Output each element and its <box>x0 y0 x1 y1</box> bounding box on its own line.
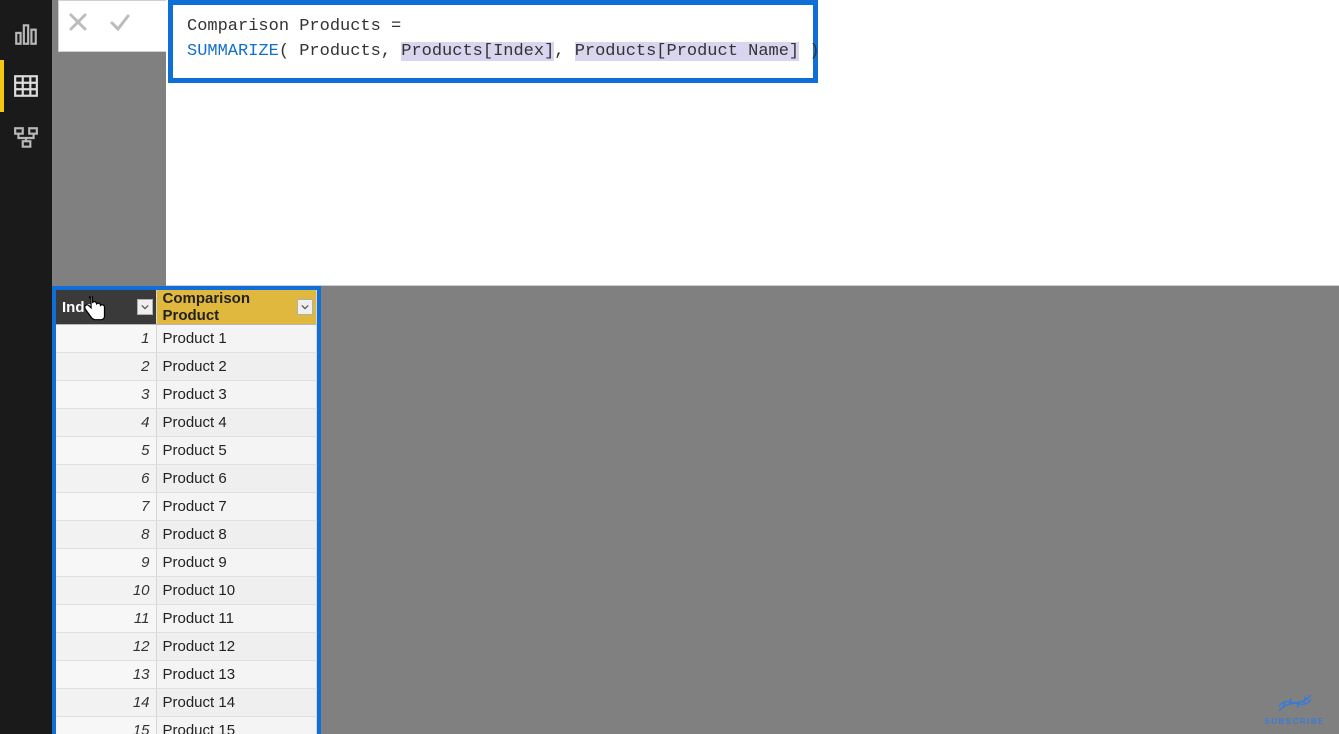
close-icon <box>66 10 90 34</box>
nav-report-view[interactable] <box>0 8 52 60</box>
filter-button-product[interactable] <box>297 299 313 315</box>
column-header-product[interactable]: Comparison Product <box>156 290 316 325</box>
data-grid-area: Index Comparison Product <box>52 286 1339 734</box>
formula-area: Comparison Products = SUMMARIZE( Product… <box>52 0 1339 286</box>
check-icon <box>108 10 132 34</box>
table-row[interactable]: 14Product 14 <box>56 689 316 717</box>
table-row[interactable]: 5Product 5 <box>56 437 316 465</box>
table-row[interactable]: 8Product 8 <box>56 521 316 549</box>
column-label: Index <box>62 299 101 316</box>
formula-keyword: SUMMARIZE <box>187 42 279 61</box>
filter-button-index[interactable] <box>137 299 153 315</box>
main-area: Comparison Products = SUMMARIZE( Product… <box>52 0 1339 734</box>
table-row[interactable]: 6Product 6 <box>56 465 316 493</box>
table-row[interactable]: 3Product 3 <box>56 381 316 409</box>
subscribe-badge[interactable]: SUBSCRIBE <box>1264 690 1325 726</box>
table-icon <box>13 73 39 99</box>
bar-chart-icon <box>13 21 39 47</box>
nav-model-view[interactable] <box>0 112 52 164</box>
table-row[interactable]: 2Product 2 <box>56 353 316 381</box>
chevron-down-icon <box>301 304 309 310</box>
table-row[interactable]: 15Product 15 <box>56 717 316 734</box>
table-body: 1Product 1 2Product 2 3Product 3 4Produc… <box>56 325 316 734</box>
dna-icon <box>1275 690 1315 716</box>
table-row[interactable]: 11Product 11 <box>56 605 316 633</box>
table-row[interactable]: 1Product 1 <box>56 325 316 353</box>
model-icon <box>13 125 39 151</box>
formula-line1: Comparison Products = <box>187 17 401 36</box>
commit-button[interactable] <box>108 10 132 39</box>
formula-toolbar <box>66 8 132 40</box>
subscribe-label: SUBSCRIBE <box>1264 717 1325 726</box>
table-row[interactable]: 13Product 13 <box>56 661 316 689</box>
nav-data-view[interactable] <box>0 60 52 112</box>
column-label: Comparison Product <box>163 290 251 324</box>
data-grid[interactable]: Index Comparison Product <box>52 286 321 734</box>
nav-rail <box>0 0 52 734</box>
table-row[interactable]: 4Product 4 <box>56 409 316 437</box>
table-row[interactable]: 7Product 7 <box>56 493 316 521</box>
column-header-index[interactable]: Index <box>56 290 156 325</box>
chevron-down-icon <box>141 304 149 310</box>
table-row[interactable]: 12Product 12 <box>56 633 316 661</box>
table-row[interactable]: 10Product 10 <box>56 577 316 605</box>
formula-editor[interactable]: Comparison Products = SUMMARIZE( Product… <box>168 0 818 83</box>
cancel-button[interactable] <box>66 10 90 39</box>
table-row[interactable]: 9Product 9 <box>56 549 316 577</box>
